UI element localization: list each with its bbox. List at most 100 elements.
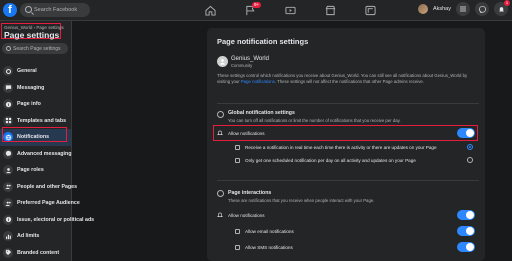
interactions-allow-row[interactable]: Allow notifications [217, 210, 475, 220]
scheduled-option-row[interactable]: Only get one scheduled notification per … [235, 157, 473, 163]
global-settings-title: Global notification settings [228, 110, 295, 116]
main-nav: 9+ [190, 0, 390, 21]
menu-icon [460, 6, 466, 12]
messenger-icon [3, 148, 13, 159]
interactions-allow-toggle[interactable] [457, 210, 475, 220]
search-icon [25, 6, 32, 13]
sms-notifications-row[interactable]: Allow SMS notifications [235, 242, 475, 252]
divider [217, 103, 479, 104]
info-icon [3, 99, 13, 110]
realtime-option-radio[interactable] [467, 144, 473, 150]
sidebar-item-label: Page info [17, 101, 41, 108]
bell-icon [217, 130, 223, 136]
sidebar-item-label: Issue, electoral or political ads [17, 216, 95, 223]
bell-icon [498, 6, 504, 12]
info-icon [3, 214, 13, 225]
global-allow-toggle[interactable] [457, 128, 475, 138]
gear-icon [3, 66, 13, 77]
globe-icon [217, 111, 224, 118]
notification-settings-panel: Page notification settings Genius_World … [207, 28, 485, 261]
global-allow-row[interactable]: Allow notifications [217, 128, 475, 138]
settings-search[interactable] [2, 43, 68, 54]
sms-notifications-label: Allow SMS notifications [245, 244, 293, 250]
sidebar-item-label: Page roles [17, 167, 44, 174]
email-notifications-toggle[interactable] [457, 226, 475, 236]
sidebar-item-people-and-other-pages[interactable]: People and other Pages [0, 179, 77, 196]
sidebar-item-label: Preferred Page Audience [17, 200, 80, 207]
page-notifications-link[interactable]: Page notifications [241, 79, 275, 84]
messenger-button[interactable] [475, 2, 489, 16]
notifications-button[interactable]: 1 [494, 0, 510, 16]
sidebar-items: General Messaging Page info Templates an… [0, 63, 94, 261]
search-icon [6, 46, 11, 51]
email-notifications-label: Allow email notifications [245, 228, 294, 234]
scheduled-option-label: Only get one scheduled notification per … [245, 157, 416, 163]
sidebar-item-label: General [17, 68, 37, 75]
realtime-option-label: Receive a notification in real time each… [245, 144, 437, 150]
intro-text: These settings control which notificatio… [217, 73, 479, 85]
thumbs-up-icon [217, 190, 224, 197]
clock-icon [235, 144, 240, 150]
messenger-icon [478, 5, 486, 13]
person-icon [3, 165, 13, 176]
sidebar-item-label: Messaging [17, 84, 45, 91]
notification-count-badge: 9+ [252, 2, 262, 8]
email-notifications-row[interactable]: Allow email notifications [235, 226, 475, 236]
tag-icon [3, 247, 13, 258]
sidebar-item-page-roles[interactable]: Page roles [0, 162, 71, 179]
notifications-badge: 1 [504, 0, 510, 6]
user-avatar[interactable] [417, 4, 428, 14]
globe-icon [3, 132, 13, 143]
account-actions: Akshay 1 [417, 0, 510, 16]
page-category: Community [231, 63, 253, 68]
nav-tab-watch[interactable] [270, 0, 310, 21]
people-icon [3, 181, 13, 192]
sidebar-item-ad-limits[interactable]: Ad limits [0, 228, 71, 245]
sidebar-item-branded-content[interactable]: Branded content [0, 245, 71, 261]
marketplace-icon [325, 5, 335, 16]
user-name[interactable]: Akshay [433, 6, 451, 12]
sidebar-item-label: Templates and tabs [17, 117, 67, 124]
nav-tab-marketplace[interactable] [310, 0, 350, 21]
groups-icon [364, 5, 376, 16]
people-icon [3, 198, 13, 209]
settings-search-input[interactable] [13, 43, 67, 54]
sidebar-item-page-info[interactable]: Page info [0, 96, 71, 113]
facebook-search-input[interactable] [34, 3, 89, 17]
interactions-desc: These are notifications that you receive… [228, 198, 375, 203]
sidebar-item-templates-and-tabs[interactable]: Templates and tabs [0, 113, 71, 130]
video-icon [284, 6, 296, 15]
sms-notifications-toggle[interactable] [457, 242, 475, 252]
bell-icon [217, 212, 223, 218]
sidebar-item-label: Advanced messaging [17, 150, 72, 157]
facebook-logo[interactable]: f [3, 3, 17, 17]
realtime-option-row[interactable]: Receive a notification in real time each… [235, 144, 473, 150]
intro-text-end: . These settings will not affect the not… [274, 79, 424, 85]
home-icon [204, 5, 216, 16]
header-highlight: Genius_World › Page settings Page settin… [1, 23, 64, 40]
global-settings-desc: You can turn off all notifications or li… [228, 118, 401, 123]
facebook-search[interactable] [20, 3, 90, 17]
page-name[interactable]: Genius_World [231, 56, 269, 62]
divider [217, 180, 479, 181]
global-allow-label: Allow notifications [228, 130, 265, 136]
nav-tab-home[interactable] [190, 0, 230, 21]
grid-icon [3, 115, 13, 126]
person-icon [220, 59, 225, 65]
sidebar-item-label: Branded content [17, 249, 60, 256]
sidebar-item-advanced-messaging[interactable]: Advanced messaging [0, 146, 71, 163]
sidebar-item-preferred-page-audience[interactable]: Preferred Page Audience [0, 195, 80, 212]
sidebar-item-general[interactable]: General [0, 63, 71, 80]
mail-icon [235, 228, 240, 234]
sidebar-item-notifications[interactable]: Notifications [0, 129, 71, 146]
nav-tab-groups[interactable] [350, 0, 390, 21]
nav-tab-pages[interactable]: 9+ [230, 0, 270, 21]
sidebar-item-political-ads[interactable]: Issue, electoral or political ads [0, 212, 94, 229]
page-title: Page settings [4, 30, 60, 40]
menu-button[interactable] [456, 2, 470, 16]
scheduled-option-radio[interactable] [467, 157, 473, 163]
interactions-allow-label: Allow notifications [228, 212, 265, 218]
sidebar-item-messaging[interactable]: Messaging [0, 80, 71, 97]
sidebar-item-label: Ad limits [17, 233, 40, 240]
page-avatar[interactable] [217, 56, 228, 67]
